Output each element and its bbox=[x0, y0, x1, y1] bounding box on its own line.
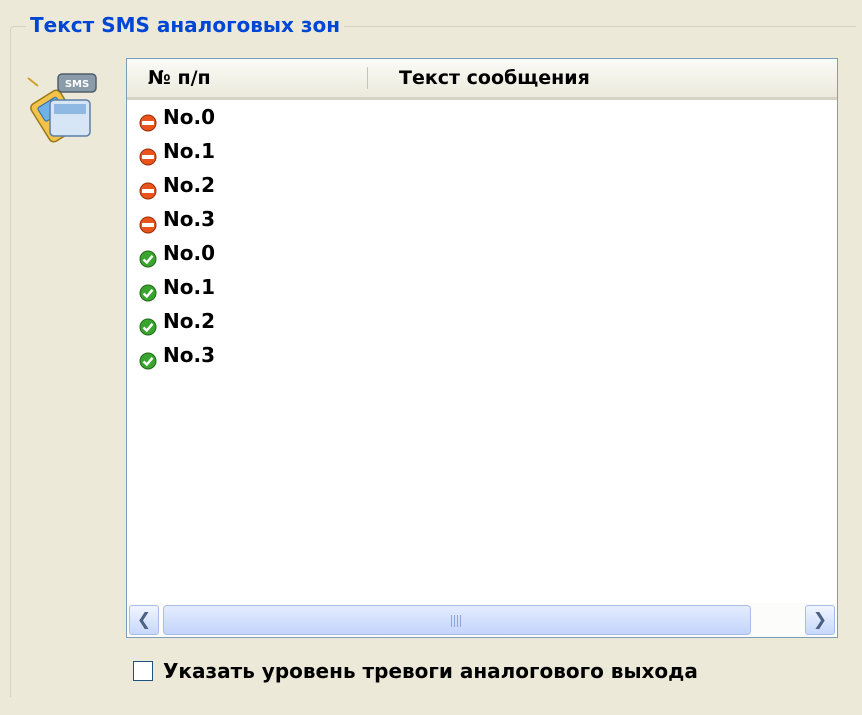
list-item[interactable]: No.1 bbox=[127, 134, 837, 168]
group-title: Текст SMS аналоговых зон bbox=[26, 12, 345, 38]
list-item-label: No.2 bbox=[163, 309, 215, 333]
list-item[interactable]: No.2 bbox=[127, 304, 837, 338]
check-icon bbox=[139, 346, 157, 370]
stop-icon bbox=[139, 108, 157, 132]
check-icon bbox=[139, 312, 157, 336]
list-item-label: No.2 bbox=[163, 173, 215, 197]
list-item[interactable]: No.3 bbox=[127, 202, 837, 236]
sms-zone-list[interactable]: № п/п Текст сообщения No.0 No.1 No.2 No.3 No… bbox=[126, 58, 838, 638]
list-rows: No.0 No.1 No.2 No.3 No.0 No.1 No.2 No.3 bbox=[127, 100, 837, 372]
check-icon bbox=[139, 244, 157, 268]
grip-icon bbox=[451, 615, 463, 627]
list-item[interactable]: No.1 bbox=[127, 270, 837, 304]
check-icon bbox=[139, 278, 157, 302]
list-item[interactable]: No.2 bbox=[127, 168, 837, 202]
list-item[interactable]: No.0 bbox=[127, 100, 837, 134]
list-item-label: No.3 bbox=[163, 343, 215, 367]
list-item-label: No.1 bbox=[163, 275, 215, 299]
list-item-label: No.0 bbox=[163, 241, 215, 265]
list-item-label: No.3 bbox=[163, 207, 215, 231]
stop-icon bbox=[139, 210, 157, 234]
stop-icon bbox=[139, 176, 157, 200]
horizontal-scrollbar[interactable]: ❮ ❯ bbox=[127, 603, 837, 637]
column-header-number[interactable]: № п/п bbox=[148, 59, 211, 97]
list-item-label: No.0 bbox=[163, 105, 215, 129]
sms-phone-icon: SMS bbox=[24, 72, 100, 148]
list-item-label: No.1 bbox=[163, 139, 215, 163]
stop-icon bbox=[139, 142, 157, 166]
scroll-left-button[interactable]: ❮ bbox=[129, 605, 159, 635]
column-divider[interactable] bbox=[367, 67, 368, 89]
list-header: № п/п Текст сообщения bbox=[127, 59, 837, 100]
list-item[interactable]: No.0 bbox=[127, 236, 837, 270]
alarm-level-checkbox-label[interactable]: Указать уровень тревоги аналогового выхо… bbox=[163, 658, 698, 684]
alarm-level-checkbox[interactable] bbox=[133, 661, 153, 681]
scroll-right-button[interactable]: ❯ bbox=[805, 605, 835, 635]
column-header-message-text[interactable]: Текст сообщения bbox=[399, 59, 590, 97]
scrollbar-thumb[interactable] bbox=[163, 605, 751, 635]
svg-text:SMS: SMS bbox=[65, 79, 89, 90]
list-item[interactable]: No.3 bbox=[127, 338, 837, 372]
